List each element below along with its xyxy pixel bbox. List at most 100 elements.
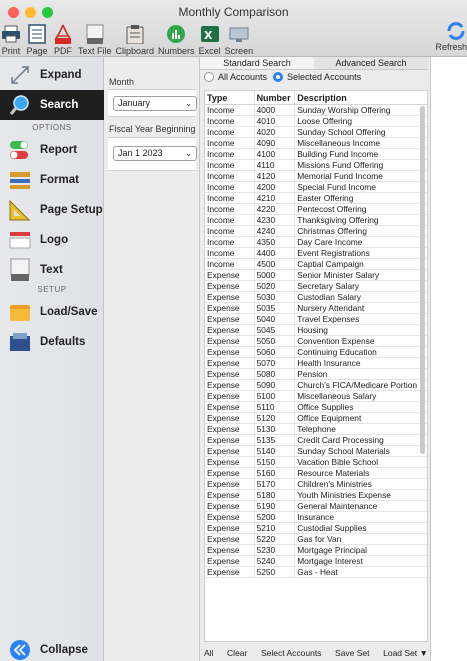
sidebar-item-logo[interactable]: Logo xyxy=(0,225,104,255)
toggle-icon xyxy=(8,138,32,162)
magnifier-icon xyxy=(8,93,32,117)
table-row[interactable]: Income 4020 Sunday School Offering xyxy=(205,127,427,138)
sidebar-item-collapse[interactable]: Collapse xyxy=(0,635,104,661)
table-row[interactable]: Expense 5200 Insurance xyxy=(205,512,427,523)
table-row[interactable]: Expense 5135 Credit Card Processing xyxy=(205,435,427,446)
table-row[interactable]: Expense 5020 Secretary Salary xyxy=(205,281,427,292)
clipboard-button[interactable]: Clipboard xyxy=(116,23,154,56)
cell-number: 5060 xyxy=(255,347,296,357)
table-row[interactable]: Expense 5120 Office Equipment xyxy=(205,413,427,424)
table-row[interactable]: Expense 5050 Convention Expense xyxy=(205,336,427,347)
table-row[interactable]: Income 4120 Memorial Fund Income xyxy=(205,171,427,182)
all-button[interactable]: All xyxy=(204,648,213,661)
table-row[interactable]: Expense 5240 Mortgage Interest xyxy=(205,556,427,567)
sidebar-item-expand[interactable]: Expand xyxy=(0,60,104,90)
table-row[interactable]: Expense 5060 Continuing Education xyxy=(205,347,427,358)
table-row[interactable]: Expense 5180 Youth Ministries Expense xyxy=(205,490,427,501)
excel-button[interactable]: X Excel xyxy=(199,23,221,56)
cell-description: Easter Offering xyxy=(297,193,354,203)
sidebar-item-load-save[interactable]: Load/Save xyxy=(0,297,104,327)
clear-button[interactable]: Clear xyxy=(227,648,247,661)
setup-section-header: SETUP xyxy=(37,285,67,294)
column-header-type[interactable]: Type xyxy=(205,91,255,104)
cell-number: 4020 xyxy=(255,127,296,137)
month-select[interactable]: January ⌄ xyxy=(113,96,197,111)
table-row[interactable]: Income 4240 Christmas Offering xyxy=(205,226,427,237)
cell-number: 4090 xyxy=(255,138,296,148)
table-row[interactable]: Income 4350 Day Care Income xyxy=(205,237,427,248)
cell-description: Convention Expense xyxy=(297,336,375,346)
table-row[interactable]: Expense 5220 Gas for Van xyxy=(205,534,427,545)
cell-description: Nursery Attendant xyxy=(297,303,365,313)
sidebar-item-format[interactable]: Format xyxy=(0,165,104,195)
table-row[interactable]: Expense 5150 Vacation Bible School xyxy=(205,457,427,468)
table-row[interactable]: Income 4400 Event Registrations xyxy=(205,248,427,259)
table-row[interactable]: Income 4090 Miscellaneous Income xyxy=(205,138,427,149)
sidebar-item-text[interactable]: Text xyxy=(0,255,104,285)
fiscal-year-select[interactable]: Jan 1 2023 ⌄ xyxy=(113,146,197,161)
table-row[interactable]: Income 4500 Captial Campaign xyxy=(205,259,427,270)
tab-standard-search[interactable]: Standard Search xyxy=(200,57,314,69)
table-row[interactable]: Expense 5000 Senior Minister Salary xyxy=(205,270,427,281)
sidebar-item-page-setup[interactable]: Page Setup xyxy=(0,195,104,225)
refresh-button[interactable]: Refresh xyxy=(435,20,467,52)
tab-advanced-search[interactable]: Advanced Search xyxy=(314,57,428,69)
table-row[interactable]: Expense 5040 Travel Expenses xyxy=(205,314,427,325)
table-row[interactable]: Expense 5130 Telephone xyxy=(205,424,427,435)
table-row[interactable]: Expense 5045 Housing xyxy=(205,325,427,336)
table-row[interactable]: Expense 5110 Office Supplies xyxy=(205,402,427,413)
table-row[interactable]: Expense 5090 Church's FICA/Medicare Portio… xyxy=(205,380,427,391)
cell-number: 5035 xyxy=(255,303,296,313)
screen-button[interactable]: Screen xyxy=(225,23,253,56)
cell-type: Expense xyxy=(205,369,255,379)
table-row[interactable]: Income 4200 Special Fund Income xyxy=(205,182,427,193)
table-row[interactable]: Expense 5100 Miscellaneous Salary xyxy=(205,391,427,402)
table-row[interactable]: Income 4000 Sunday Worship Offering xyxy=(205,105,427,116)
table-scrollbar[interactable] xyxy=(420,106,425,454)
table-row[interactable]: Income 4220 Pentecost Offering xyxy=(205,204,427,215)
table-row[interactable]: Expense 5250 Gas - Heat xyxy=(205,567,427,578)
table-row[interactable]: Expense 5160 Resource Materials xyxy=(205,468,427,479)
numbers-button[interactable]: Numbers xyxy=(158,23,195,56)
table-row[interactable]: Expense 5030 Custodian Salary xyxy=(205,292,427,303)
selected-accounts-radio[interactable]: Selected Accounts xyxy=(273,72,361,82)
table-row[interactable]: Income 4110 Missions Fund Offering xyxy=(205,160,427,171)
column-header-description[interactable]: Description xyxy=(295,91,427,104)
column-header-number[interactable]: Number xyxy=(255,91,296,104)
sidebar-item-defaults[interactable]: Defaults xyxy=(0,327,104,357)
table-row[interactable]: Expense 5170 Children's Ministries xyxy=(205,479,427,490)
radio-on-icon xyxy=(273,72,284,82)
table-row[interactable]: Income 4010 Loose Offering xyxy=(205,116,427,127)
table-row[interactable]: Expense 5210 Custodial Supplies xyxy=(205,523,427,534)
table-row[interactable]: Expense 5190 General Maintenance xyxy=(205,501,427,512)
cell-description: Office Equipment xyxy=(297,413,362,423)
pdf-button[interactable]: PDF xyxy=(52,23,74,56)
select-accounts-button[interactable]: Select Accounts xyxy=(261,648,321,661)
cell-number: 5160 xyxy=(255,468,296,478)
print-button[interactable]: Print xyxy=(0,23,22,56)
sidebar-item-search[interactable]: Search xyxy=(0,90,104,120)
table-row[interactable]: Income 4210 Easter Offering xyxy=(205,193,427,204)
table-row[interactable]: Income 4100 Building Fund Income xyxy=(205,149,427,160)
cell-description: Travel Expenses xyxy=(297,314,360,324)
table-row[interactable]: Expense 5140 Sunday School Materials xyxy=(205,446,427,457)
table-row[interactable]: Income 4230 Thanksgiving Offering xyxy=(205,215,427,226)
text-file-button[interactable]: Text File xyxy=(78,23,112,56)
sidebar-item-report[interactable]: Report xyxy=(0,135,104,165)
folder-icon xyxy=(8,300,32,324)
table-row[interactable]: Expense 5070 Health Insurance xyxy=(205,358,427,369)
table-row[interactable]: Expense 5035 Nursery Attendant xyxy=(205,303,427,314)
refresh-icon xyxy=(445,20,467,42)
table-row[interactable]: Expense 5080 Pension xyxy=(205,369,427,380)
cell-number: 5170 xyxy=(255,479,296,489)
page-button[interactable]: Page xyxy=(26,23,48,56)
table-row[interactable]: Expense 5230 Mortgage Principal xyxy=(205,545,427,556)
cell-description: Credit Card Processing xyxy=(297,435,384,445)
cell-description: Mortgage Principal xyxy=(297,545,368,555)
cell-description: Insurance xyxy=(297,512,334,522)
load-set-button[interactable]: Load Set ▼ xyxy=(383,648,428,661)
cell-description: Telephone xyxy=(297,424,336,434)
search-tabs: Standard Search Advanced Search xyxy=(200,57,428,70)
all-accounts-radio[interactable]: All Accounts xyxy=(204,72,267,82)
save-set-button[interactable]: Save Set xyxy=(335,648,370,661)
